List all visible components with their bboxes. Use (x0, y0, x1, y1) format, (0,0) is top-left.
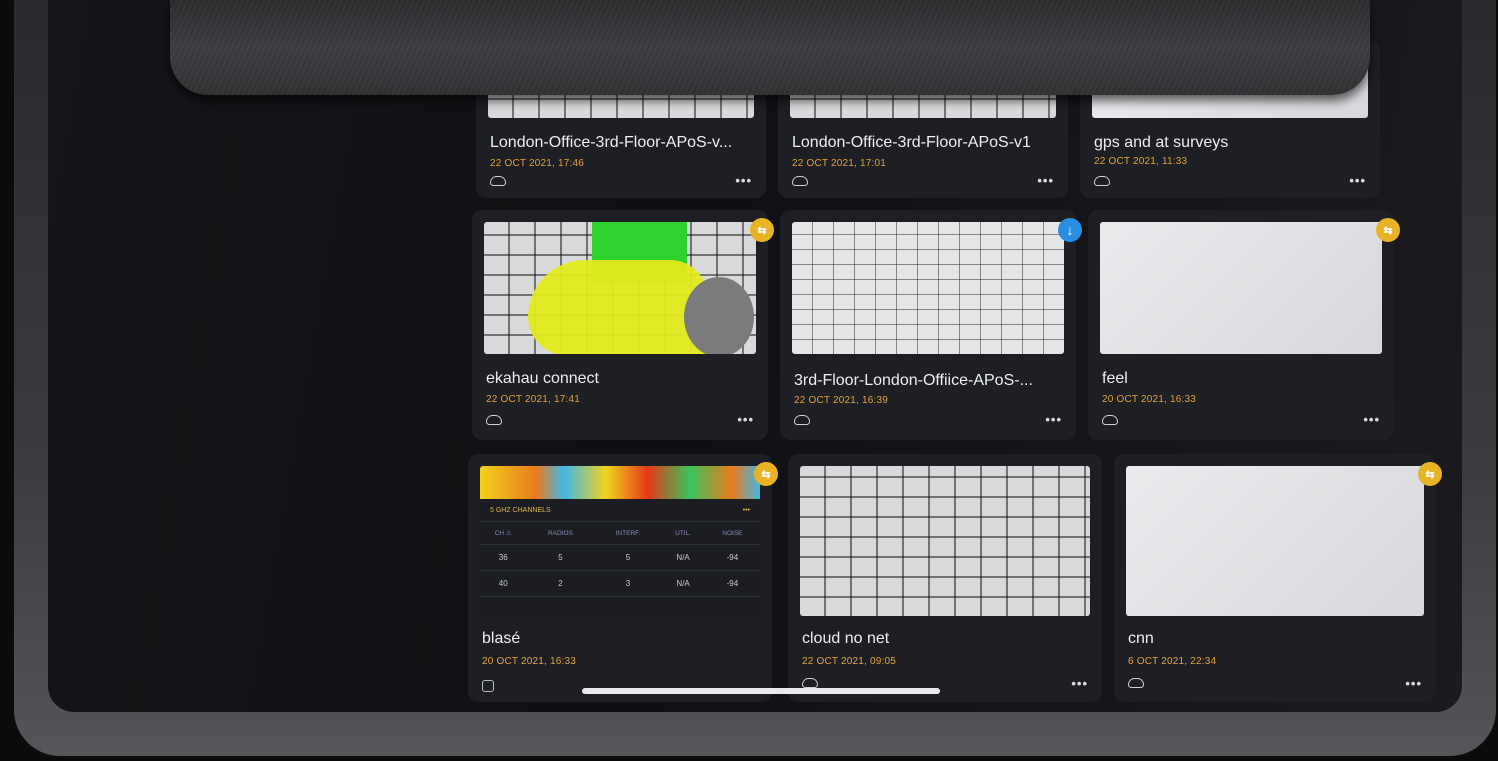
sync-icon: ⇆ (750, 218, 774, 242)
project-title: feel (1102, 370, 1128, 387)
more-options-button[interactable]: ••• (1071, 676, 1088, 691)
table-cell: -94 (704, 544, 760, 571)
channel-table-thumbnail: 5 GHZ CHANNELS ••• CH ⚠ RADIOS INTERF. UT… (480, 466, 760, 616)
sync-icon: ⇆ (754, 462, 778, 486)
sync-icon: ⇆ (1376, 218, 1400, 242)
project-title: blasé (482, 630, 521, 647)
home-indicator[interactable] (582, 688, 940, 694)
sync-icon: ⇆ (1418, 462, 1442, 486)
table-cell: 2 (526, 570, 595, 597)
table-row: 40 2 3 N/A -94 (480, 570, 760, 597)
project-card[interactable]: ⇆ ekahau connect 22 OCT 2021, 17:41 ••• (472, 210, 774, 440)
app-screen: Si London-Office-3rd-Floor-APoS-v... 22 … (48, 0, 1462, 712)
more-options-button[interactable]: ••• (1349, 173, 1366, 188)
cloud-icon (490, 176, 506, 186)
column-header: NOISE (704, 522, 760, 545)
project-date: 20 OCT 2021, 16:33 (1102, 394, 1197, 405)
project-date: 20 OCT 2021, 16:33 (482, 656, 577, 667)
cloud-icon (794, 415, 810, 425)
table-cell: 3 (594, 570, 662, 597)
project-date: 6 OCT 2021, 22:34 (1128, 656, 1217, 667)
project-card[interactable]: ⇆ feel 20 OCT 2021, 16:33 ••• (1088, 210, 1400, 440)
more-options-button[interactable]: ••• (1363, 412, 1380, 427)
more-options-button[interactable]: ••• (1045, 412, 1062, 427)
project-title: London-Office-3rd-Floor-APoS-v1 (792, 134, 1031, 151)
project-thumbnail (800, 466, 1090, 616)
table-cell: N/A (661, 544, 705, 571)
project-date: 22 OCT 2021, 11:33 (1094, 156, 1188, 167)
channel-table: CH ⚠ RADIOS INTERF. UTIL. NOISE 36 5 5 N… (480, 522, 760, 597)
column-header: INTERF. (594, 522, 662, 545)
project-title: ekahau connect (486, 370, 599, 387)
project-thumbnail (1100, 222, 1382, 354)
column-header: UTIL. (661, 522, 705, 545)
cloud-icon (1128, 678, 1144, 688)
local-storage-icon (482, 680, 494, 692)
project-date: 22 OCT 2021, 16:39 (794, 395, 889, 406)
project-title: cloud no net (802, 630, 890, 647)
column-header: CH ⚠ (480, 522, 527, 545)
cloud-icon (792, 176, 808, 186)
channel-table-heading: 5 GHZ CHANNELS (490, 506, 551, 514)
heatmap-thumbnail (484, 222, 756, 354)
project-thumbnail (484, 222, 756, 354)
more-options-button[interactable]: ••• (1405, 676, 1422, 691)
more-options-button[interactable]: ••• (1037, 173, 1054, 188)
sidebar: Si (48, 0, 458, 712)
project-thumbnail (792, 222, 1064, 354)
more-options-button[interactable]: ••• (737, 412, 754, 427)
project-date: 22 OCT 2021, 17:46 (490, 158, 585, 169)
table-cell: 5 (594, 544, 662, 571)
project-thumbnail (1126, 466, 1424, 616)
table-cell: 40 (480, 570, 527, 597)
project-card[interactable]: cloud no net 22 OCT 2021, 09:05 ••• (788, 454, 1102, 702)
column-header: RADIOS (526, 522, 595, 545)
cloud-icon (1094, 176, 1110, 186)
cloud-icon (802, 678, 818, 688)
case-cover (170, 0, 1370, 95)
table-cell: 5 (526, 544, 595, 571)
more-options-button: ••• (742, 506, 750, 514)
table-cell: 36 (480, 544, 527, 571)
cloud-icon (1102, 415, 1118, 425)
project-thumbnail: 5 GHZ CHANNELS ••• CH ⚠ RADIOS INTERF. UT… (480, 466, 760, 616)
project-title: London-Office-3rd-Floor-APoS-v... (490, 134, 733, 151)
project-title: cnn (1128, 630, 1154, 647)
project-title: 3rd-Floor-London-Offiice-APoS-... (794, 372, 1033, 389)
project-date: 22 OCT 2021, 09:05 (802, 656, 897, 667)
table-cell: -94 (704, 570, 760, 597)
more-options-button[interactable]: ••• (735, 173, 752, 188)
project-card[interactable]: ↓ 3rd-Floor-London-Offiice-APoS-... 22 O… (780, 210, 1082, 440)
project-card[interactable]: ⇆ cnn 6 OCT 2021, 22:34 ••• (1114, 454, 1442, 702)
project-title: gps and at surveys (1094, 134, 1229, 151)
project-date: 22 OCT 2021, 17:41 (486, 394, 581, 405)
tablet-device: Si London-Office-3rd-Floor-APoS-v... 22 … (14, 0, 1496, 756)
cloud-icon (486, 415, 502, 425)
download-icon: ↓ (1058, 218, 1082, 242)
project-date: 22 OCT 2021, 17:01 (792, 158, 887, 169)
table-cell: N/A (661, 570, 705, 597)
table-row: 36 5 5 N/A -94 (480, 544, 760, 571)
project-card[interactable]: 5 GHZ CHANNELS ••• CH ⚠ RADIOS INTERF. UT… (468, 454, 778, 702)
